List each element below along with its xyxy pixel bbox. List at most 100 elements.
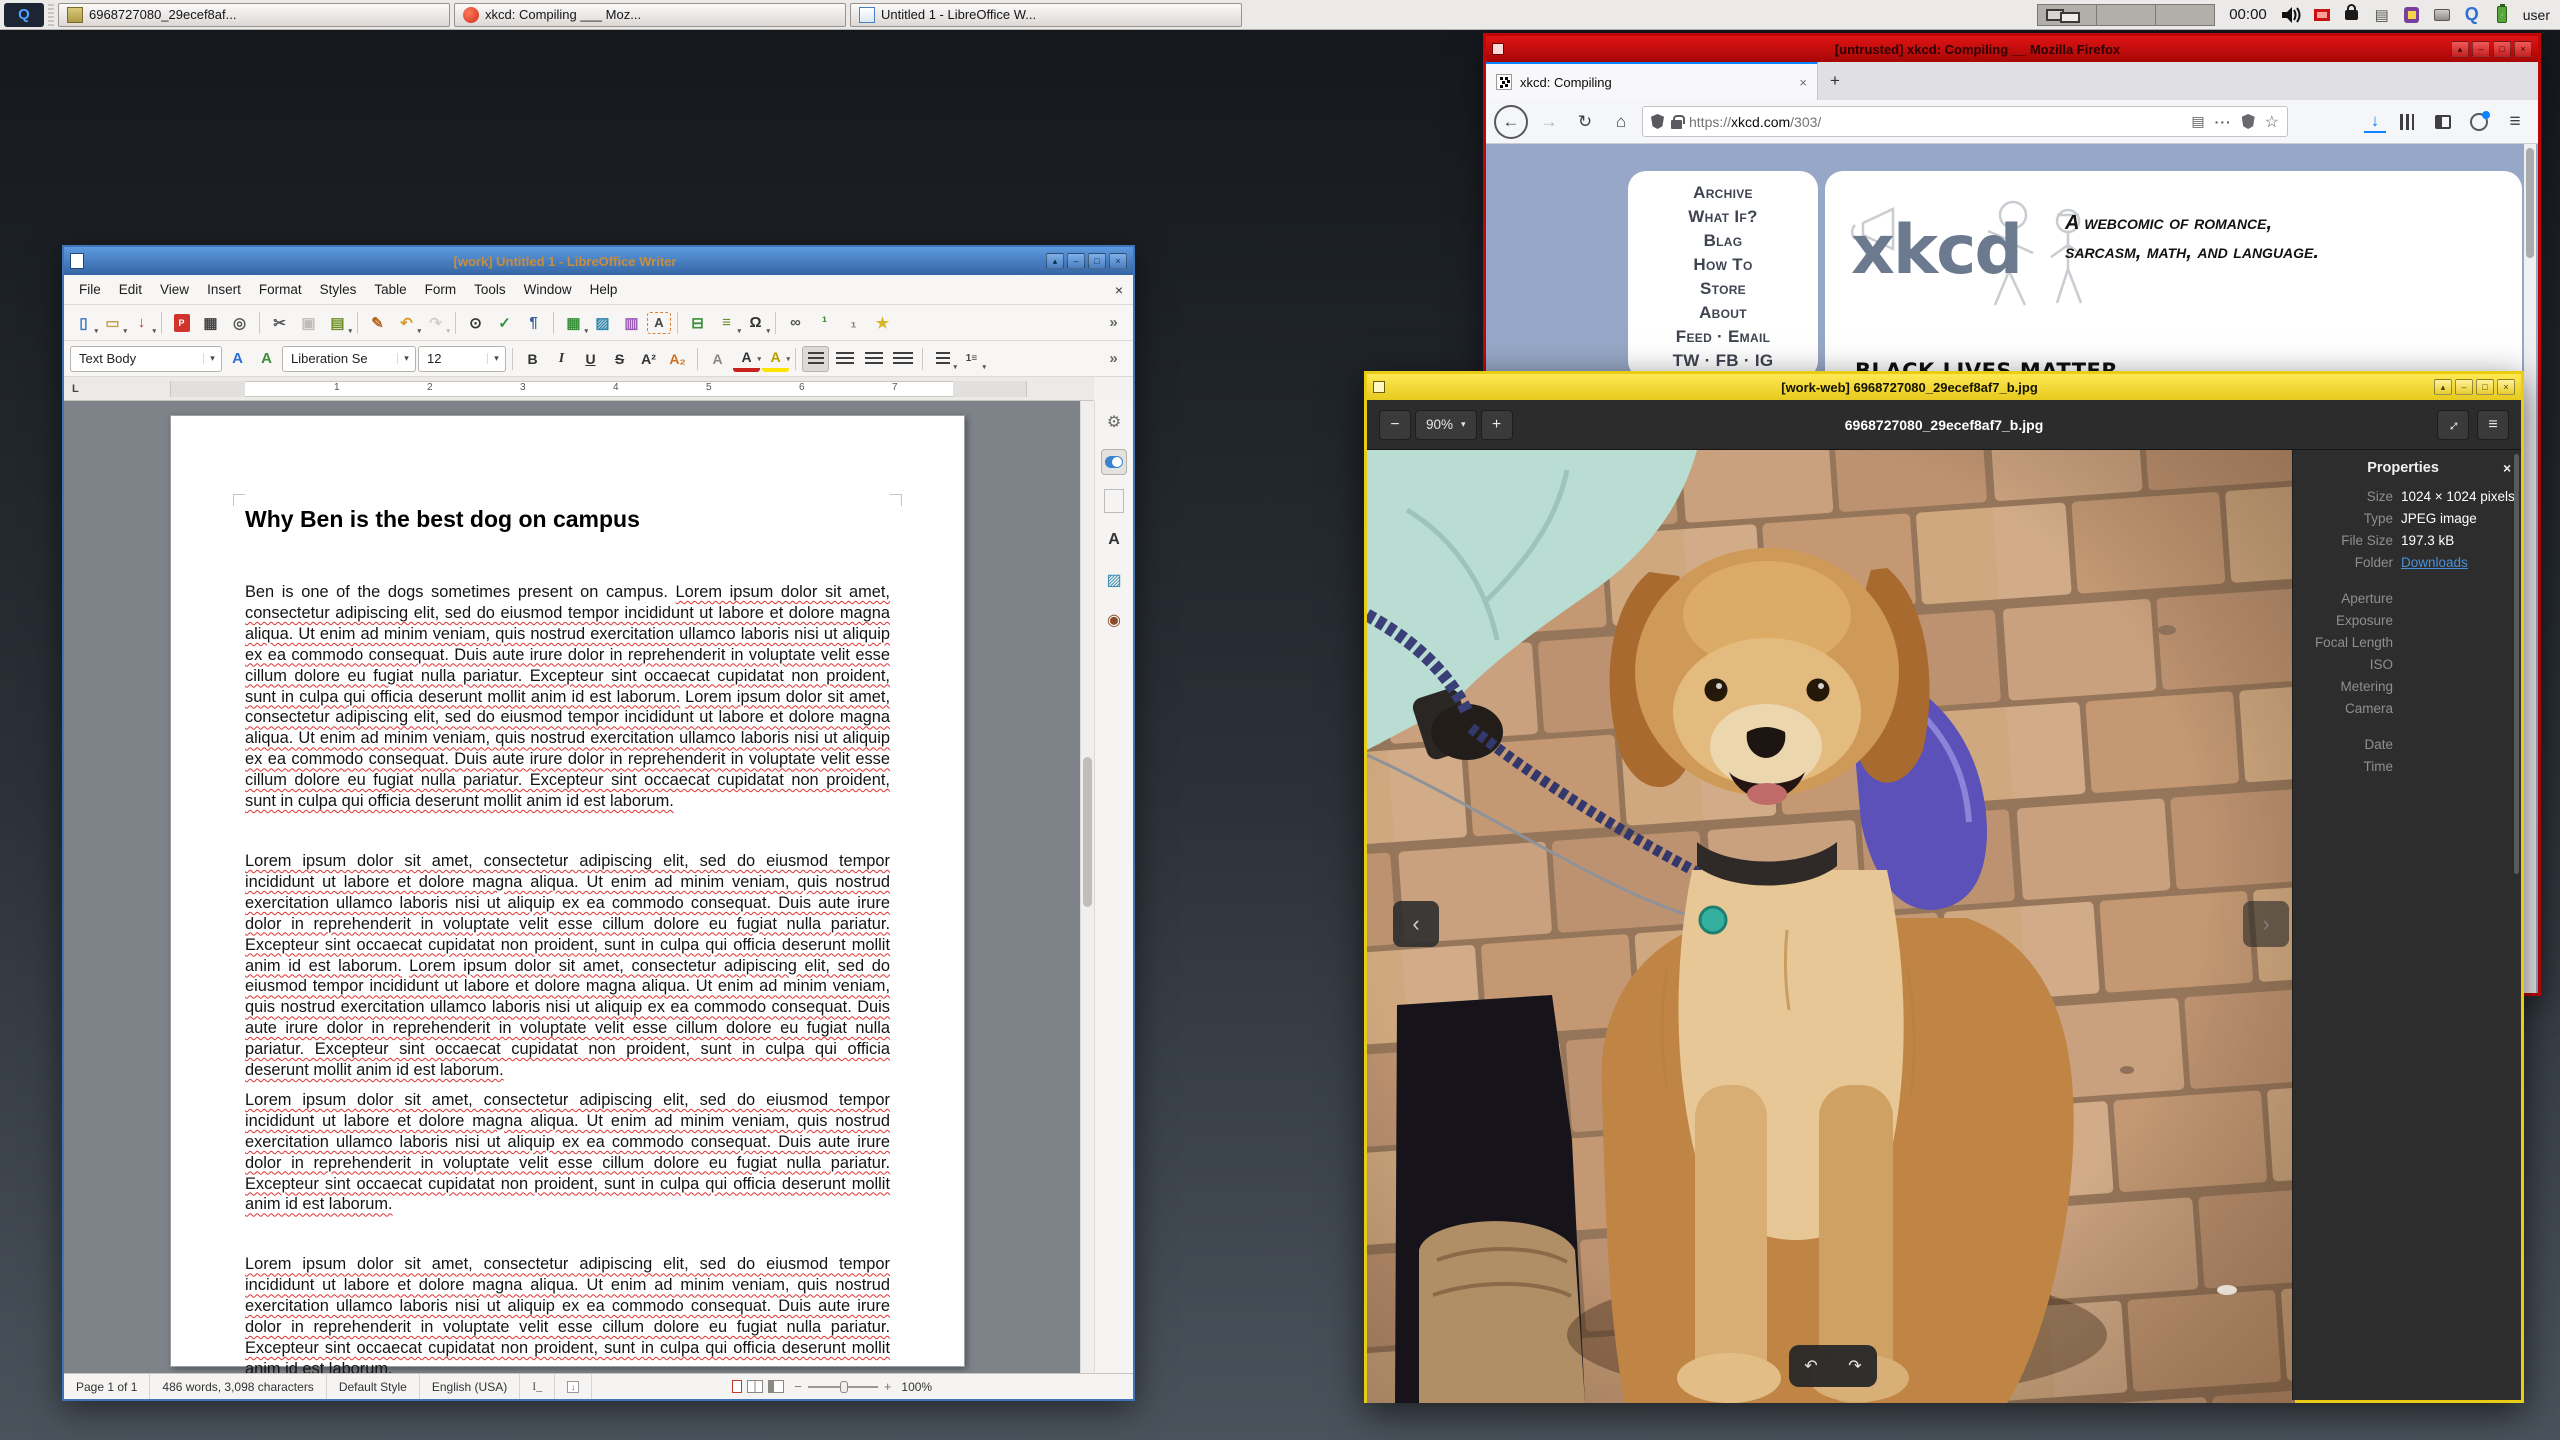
- italic-button[interactable]: I: [548, 346, 575, 372]
- update-style-button[interactable]: A: [224, 346, 251, 372]
- bookmark-button[interactable]: ★: [869, 310, 896, 336]
- document-close-button[interactable]: ×: [1115, 282, 1123, 298]
- new-tab-button[interactable]: +: [1818, 62, 1852, 100]
- insert-chart-button[interactable]: ▥: [618, 310, 645, 336]
- status-word-count[interactable]: 486 words, 3,098 characters: [150, 1374, 327, 1399]
- zoom-in-button[interactable]: +: [1480, 409, 1513, 440]
- insert-textbox-button[interactable]: A: [647, 311, 671, 334]
- bold-button[interactable]: B: [519, 346, 546, 372]
- pocket-icon[interactable]: [2241, 114, 2255, 129]
- insert-mode-icon[interactable]: I_: [520, 1374, 556, 1399]
- disk-usage-icon[interactable]: [2431, 4, 2453, 26]
- horizontal-ruler[interactable]: L 1 2 3 4 5 6 7: [64, 377, 1094, 401]
- menu-styles[interactable]: Styles: [311, 277, 366, 302]
- qubes-menu-button[interactable]: Q: [4, 2, 44, 27]
- volume-icon[interactable]: [2281, 4, 2303, 26]
- scrollbar-thumb[interactable]: [2526, 148, 2534, 258]
- align-center-button[interactable]: [831, 346, 858, 372]
- menu-form[interactable]: Form: [416, 277, 466, 302]
- page-break-button[interactable]: ⊟: [684, 310, 711, 336]
- scrollbar-thumb[interactable]: [1083, 757, 1092, 907]
- spelling-button[interactable]: ✓: [491, 310, 518, 336]
- writer-maximize-button[interactable]: □: [1088, 253, 1106, 269]
- lock-keyring-icon[interactable]: [2341, 3, 2363, 26]
- status-zoom-level[interactable]: 100%: [901, 1380, 932, 1394]
- undo-button[interactable]: ↶: [393, 310, 421, 336]
- viewer-shade-button[interactable]: ▴: [2434, 379, 2452, 395]
- subscript-button[interactable]: A₂: [664, 346, 691, 372]
- find-replace-button[interactable]: ⊙: [462, 310, 489, 336]
- xkcd-nav-social[interactable]: TW · FB · IG: [1628, 349, 1818, 373]
- paragraph-style-combo[interactable]: Text Body ▾: [70, 345, 222, 372]
- sidebar-tab-page[interactable]: [1104, 489, 1124, 513]
- insert-table-button[interactable]: ▦: [560, 310, 588, 336]
- firefox-minimize-button[interactable]: –: [2472, 41, 2490, 57]
- zoom-out-button[interactable]: −: [1379, 409, 1411, 440]
- menu-insert[interactable]: Insert: [198, 277, 250, 302]
- toolbar-overflow-button[interactable]: »: [1100, 346, 1127, 372]
- firefox-maximize-button[interactable]: □: [2493, 41, 2511, 57]
- paste-button[interactable]: ▤: [324, 310, 352, 336]
- align-right-button[interactable]: [860, 346, 887, 372]
- devices-icon[interactable]: [2401, 4, 2423, 26]
- writer-minimize-button[interactable]: –: [1067, 253, 1085, 269]
- zoom-level-dropdown[interactable]: 90% ▾: [1415, 409, 1477, 440]
- print-button[interactable]: ▦: [197, 310, 224, 336]
- taskbar-window-firefox[interactable]: xkcd: Compiling ___ Moz...: [454, 2, 846, 27]
- xkcd-nav-archive[interactable]: Archive: [1628, 181, 1818, 205]
- copy-button[interactable]: ▣: [295, 310, 322, 336]
- writer-vertical-scrollbar[interactable]: [1080, 401, 1094, 1373]
- insert-field-button[interactable]: ≡: [713, 310, 741, 336]
- save-button[interactable]: ↓: [128, 310, 156, 336]
- superscript-button[interactable]: A²: [635, 346, 662, 372]
- bookmark-star-icon[interactable]: ☆: [2265, 112, 2279, 132]
- writer-shade-button[interactable]: ▴: [1046, 253, 1064, 269]
- chevron-down-icon[interactable]: ▾: [203, 353, 221, 364]
- xkcd-logo[interactable]: xkcd: [1843, 193, 2093, 313]
- reload-button[interactable]: ↻: [1570, 107, 1600, 137]
- workspace-switcher[interactable]: [2037, 3, 2216, 26]
- status-page-style[interactable]: Default Style: [327, 1374, 420, 1399]
- book-view-button[interactable]: [768, 1380, 785, 1393]
- menu-tools[interactable]: Tools: [465, 277, 515, 302]
- toolbar-overflow-button[interactable]: »: [1100, 310, 1127, 336]
- previous-image-button[interactable]: ‹: [1393, 901, 1439, 947]
- writer-close-button[interactable]: ×: [1109, 253, 1127, 269]
- new-style-button[interactable]: A: [253, 346, 280, 372]
- sidebar-settings-icon[interactable]: ⚙: [1101, 409, 1127, 435]
- single-page-view-button[interactable]: [732, 1380, 743, 1393]
- viewer-menu-icon[interactable]: ≡: [2477, 409, 2509, 440]
- properties-close-icon[interactable]: ×: [2503, 461, 2511, 476]
- writer-titlebar[interactable]: [work] Untitled 1 - LibreOffice Writer ▴…: [64, 247, 1133, 275]
- xkcd-nav-store[interactable]: Store: [1628, 277, 1818, 301]
- sidebar-tab-styles[interactable]: A: [1101, 527, 1127, 553]
- url-bar[interactable]: https://xkcd.com/303/ ▤ ··· ☆: [1642, 106, 2288, 137]
- font-size-combo[interactable]: 12 ▾: [418, 345, 506, 372]
- xkcd-nav-feed-email[interactable]: Feed · Email: [1628, 325, 1818, 349]
- page-actions-icon[interactable]: ···: [2215, 114, 2232, 130]
- strikethrough-button[interactable]: S: [606, 346, 633, 372]
- workspace-3[interactable]: [2155, 3, 2216, 26]
- cut-button[interactable]: ✂: [266, 310, 293, 336]
- taskbar-window-writer[interactable]: Untitled 1 - LibreOffice W...: [850, 2, 1242, 27]
- hyperlink-button[interactable]: ∞: [782, 310, 809, 336]
- workspace-1[interactable]: [2037, 3, 2098, 26]
- qubes-domains-icon[interactable]: Q: [2461, 4, 2483, 26]
- fullscreen-icon[interactable]: ↔: [2437, 409, 2469, 440]
- viewer-close-button[interactable]: ×: [2497, 379, 2515, 395]
- menu-table[interactable]: Table: [365, 277, 415, 302]
- chevron-down-icon[interactable]: ▾: [397, 353, 415, 364]
- xkcd-nav-whatif[interactable]: What If?: [1628, 205, 1818, 229]
- status-page-number[interactable]: Page 1 of 1: [64, 1374, 151, 1399]
- downloads-icon[interactable]: ↓: [2364, 111, 2386, 133]
- lock-icon[interactable]: [1671, 114, 1685, 129]
- back-button[interactable]: ←: [1494, 104, 1528, 139]
- font-color-button[interactable]: A: [733, 346, 761, 372]
- multi-page-view-button[interactable]: [747, 1380, 764, 1393]
- firefox-titlebar[interactable]: [untrusted] xkcd: Compiling __ Mozilla F…: [1486, 36, 2538, 62]
- new-document-button[interactable]: ▯: [70, 310, 98, 336]
- menu-file[interactable]: File: [70, 277, 110, 302]
- home-button[interactable]: ⌂: [1606, 107, 1636, 137]
- sidebar-tab-properties[interactable]: [1101, 449, 1127, 475]
- zoom-slider[interactable]: − +: [794, 1379, 891, 1394]
